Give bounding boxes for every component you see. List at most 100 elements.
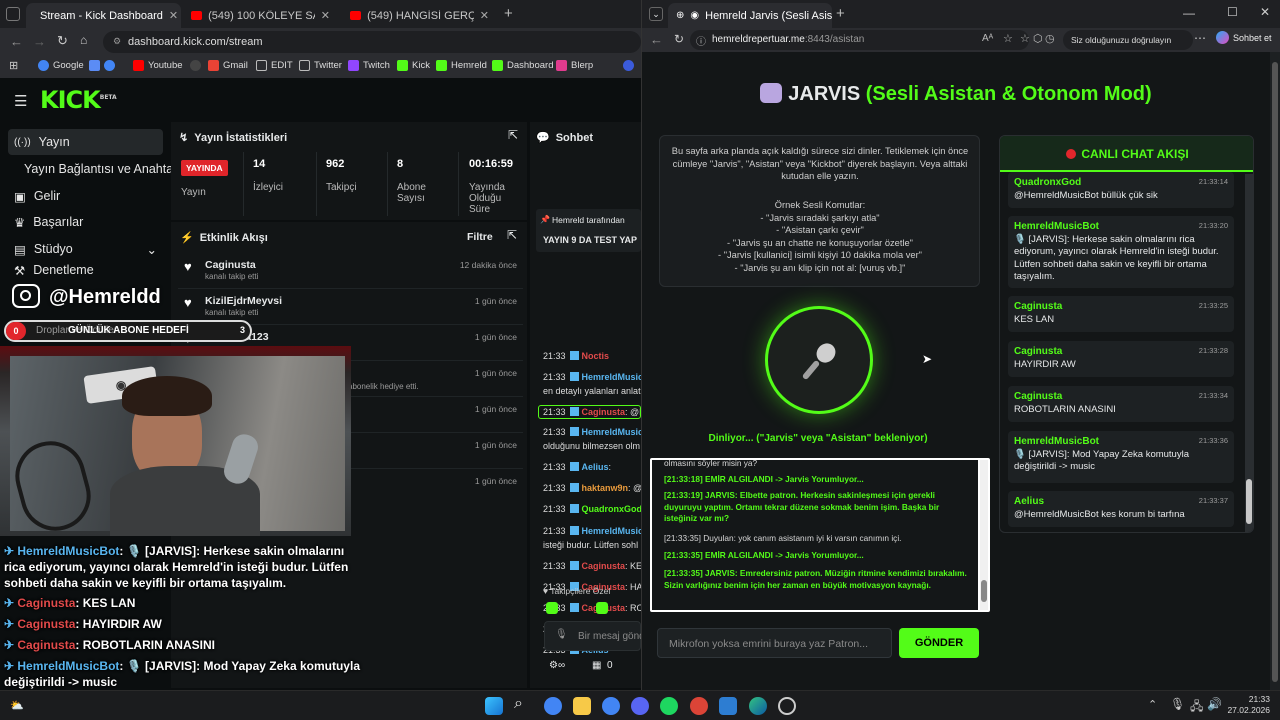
close-icon[interactable]: ✕ bbox=[169, 9, 178, 22]
chat-username[interactable]: Aelius bbox=[582, 462, 609, 472]
sidebar-item-stream-key[interactable]: Yayın Bağlantısı ve Anahtarı bbox=[18, 156, 181, 182]
bookmark-youtube[interactable]: Youtube bbox=[133, 60, 183, 71]
clock[interactable]: 21:33 27.02.2026 bbox=[1224, 694, 1270, 716]
minimize-icon[interactable]: — bbox=[1183, 6, 1195, 20]
bookmark-edit[interactable]: EDIT bbox=[256, 60, 293, 71]
reload-icon[interactable]: ↻ bbox=[57, 33, 68, 49]
bookmark-misc-1[interactable] bbox=[89, 60, 115, 71]
extensions-icon[interactable]: ⬡ bbox=[1033, 32, 1043, 45]
discord-icon[interactable] bbox=[631, 697, 649, 715]
bookmark-kick[interactable]: Kick bbox=[397, 60, 430, 71]
tray-mic-icon[interactable]: 🎙 bbox=[1170, 697, 1185, 711]
forward-icon[interactable]: → bbox=[33, 34, 46, 49]
reload-icon[interactable]: ↻ bbox=[674, 32, 684, 46]
tab-search-icon[interactable]: ⌄ bbox=[649, 7, 663, 21]
sidebar-item-moderation[interactable]: ⚒ Denetleme bbox=[8, 263, 163, 277]
send-button[interactable]: GÖNDER bbox=[899, 628, 979, 658]
page-icon: ◉ bbox=[690, 10, 700, 21]
close-icon[interactable]: ✕ bbox=[321, 9, 330, 22]
popout-icon[interactable]: ⇱ bbox=[508, 128, 518, 142]
close-window-icon[interactable]: ✕ bbox=[1260, 5, 1270, 19]
chat-username[interactable]: QuadronxGod bbox=[582, 504, 641, 514]
sidebar-item-revenue[interactable]: ▣ Gelir bbox=[8, 183, 163, 209]
sidebar-item-studio[interactable]: ▤ Stüdyo ⌄ bbox=[8, 236, 163, 262]
close-icon[interactable]: ✕ bbox=[480, 9, 489, 22]
mic-listen-button[interactable] bbox=[765, 306, 873, 414]
page-scrollbar[interactable] bbox=[1270, 52, 1280, 690]
tab-jarvis[interactable]: ⊕◉ Hemreld Jarvis (Sesli Asistan)✕ bbox=[668, 3, 832, 28]
back-icon[interactable]: ← bbox=[10, 34, 23, 49]
chat-username[interactable]: Caginusta bbox=[582, 407, 626, 417]
copilot-button[interactable]: Sohbet et bbox=[1216, 31, 1272, 44]
command-input[interactable]: Mikrofon yoksa emrini buraya yaz Patron.… bbox=[657, 628, 892, 658]
url-field[interactable]: ⓘ hemreldrepertuar.me:8443/asistan Aᴬ ☆ bbox=[690, 30, 1029, 50]
chat-username[interactable]: Noctis bbox=[582, 351, 610, 361]
kick-logo[interactable]: KICKBETA bbox=[40, 86, 117, 114]
pinned-message[interactable]: 📌 Hemreld tarafından YAYIN 9 DA TEST YAP bbox=[536, 209, 641, 252]
points-icon[interactable]: ▦ bbox=[592, 660, 601, 671]
hamburger-menu-icon[interactable]: ☰ bbox=[14, 92, 27, 110]
bookmark-twitter[interactable]: Twitter bbox=[299, 60, 342, 71]
start-menu-icon[interactable] bbox=[485, 697, 503, 715]
chat-input[interactable]: 🎙 Bir mesaj gönd bbox=[544, 621, 641, 651]
tab-youtube-1[interactable]: (549) 100 KÖLEYE SAHİBELİK YA✕ bbox=[183, 3, 338, 28]
bookmark-hemreld[interactable]: Hemreld bbox=[436, 60, 487, 71]
bookmark-twitch[interactable]: Twitch bbox=[348, 60, 390, 71]
apps-grid-icon[interactable]: ⊞ bbox=[9, 59, 18, 72]
site-info-icon[interactable]: ⚙ bbox=[113, 36, 121, 47]
emote-icon[interactable] bbox=[546, 602, 558, 614]
bookmark-misc-2[interactable] bbox=[190, 60, 201, 71]
favorites-icon[interactable]: ☆ bbox=[1020, 32, 1030, 45]
chat-username[interactable]: haktanw9n bbox=[582, 483, 629, 493]
scrollbar[interactable] bbox=[1245, 174, 1253, 532]
filter-button[interactable]: Filtre bbox=[467, 231, 493, 243]
volume-icon[interactable]: 🔊 bbox=[1207, 697, 1222, 711]
popout-icon[interactable]: ⇱ bbox=[507, 228, 517, 242]
bookmark-google[interactable]: Google bbox=[38, 60, 84, 71]
file-explorer-icon[interactable] bbox=[573, 697, 591, 715]
chat-username[interactable]: HemreldMusic bbox=[582, 372, 641, 382]
mic-small-icon[interactable]: 🎙 bbox=[555, 629, 568, 640]
chat-username[interactable]: HemreldMusic bbox=[582, 427, 641, 437]
vscode-icon[interactable] bbox=[719, 697, 737, 715]
history-icon[interactable]: ◷ bbox=[1045, 32, 1055, 45]
site-info-icon[interactable]: ⓘ bbox=[696, 33, 706, 48]
verify-identity-button[interactable]: Siz olduğunuzu doğrulayın bbox=[1063, 30, 1193, 50]
chrome-icon[interactable] bbox=[602, 697, 620, 715]
edge-icon[interactable] bbox=[749, 697, 767, 715]
sidebar-item-achievements[interactable]: ♛ Başarılar bbox=[8, 209, 163, 235]
home-icon[interactable]: ⌂ bbox=[80, 33, 87, 47]
tab-kick-dashboard[interactable]: Stream - Kick Dashboard ✕ bbox=[26, 3, 181, 28]
chrome-profile-icon[interactable] bbox=[690, 697, 708, 715]
right-browser-window: ⌄ ⊕◉ Hemreld Jarvis (Sesli Asistan)✕ + —… bbox=[641, 0, 1280, 690]
new-tab-button[interactable]: + bbox=[504, 5, 513, 22]
new-tab-button[interactable]: + bbox=[836, 5, 845, 22]
bookmark-gmail[interactable]: Gmail bbox=[208, 60, 248, 71]
tab-youtube-2[interactable]: (549) HANGİSİ GERÇEK STAND✕ bbox=[342, 3, 497, 28]
tray-chevron-icon[interactable]: ⌃ bbox=[1148, 698, 1157, 711]
scrollbar[interactable] bbox=[980, 460, 988, 610]
bookmark-blerp[interactable]: Blerp bbox=[556, 60, 593, 71]
tab-actions-icon[interactable] bbox=[6, 7, 20, 21]
weather-icon[interactable]: ⛅ bbox=[10, 699, 24, 712]
bookmark-dashboard[interactable]: Dashboard bbox=[492, 60, 553, 71]
back-icon[interactable]: ← bbox=[650, 32, 663, 47]
bookmark-misc-3[interactable] bbox=[623, 60, 634, 71]
chat-username[interactable]: HemreldMusic bbox=[582, 526, 641, 536]
search-icon[interactable]: ⌕ bbox=[514, 695, 523, 713]
obs-icon[interactable] bbox=[778, 697, 796, 715]
chrome-icon[interactable] bbox=[544, 697, 562, 715]
spotify-icon[interactable] bbox=[660, 697, 678, 715]
maximize-icon[interactable]: ☐ bbox=[1227, 5, 1238, 19]
url-field[interactable]: ⚙ dashboard.kick.com/stream bbox=[103, 31, 641, 53]
jarvis-log-box[interactable]: olmasını söyler misin ya? [21:33:18] EMİ… bbox=[650, 458, 990, 612]
network-icon[interactable]: 🖧 bbox=[1190, 697, 1203, 718]
sidebar-item-stream[interactable]: ((·)) Yayın bbox=[8, 129, 163, 155]
chat-username[interactable]: Caginusta bbox=[582, 561, 626, 571]
favorite-star-icon[interactable]: ☆ bbox=[1003, 32, 1013, 45]
settings-icon[interactable]: ⚙∞ bbox=[549, 660, 565, 671]
emote-icon[interactable] bbox=[596, 602, 608, 614]
read-aloud-icon[interactable]: Aᴬ bbox=[982, 33, 993, 44]
goal-label: GÜNLÜK ABONE HEDEFİ bbox=[68, 325, 189, 336]
more-menu-icon[interactable]: ⋯ bbox=[1194, 31, 1206, 45]
